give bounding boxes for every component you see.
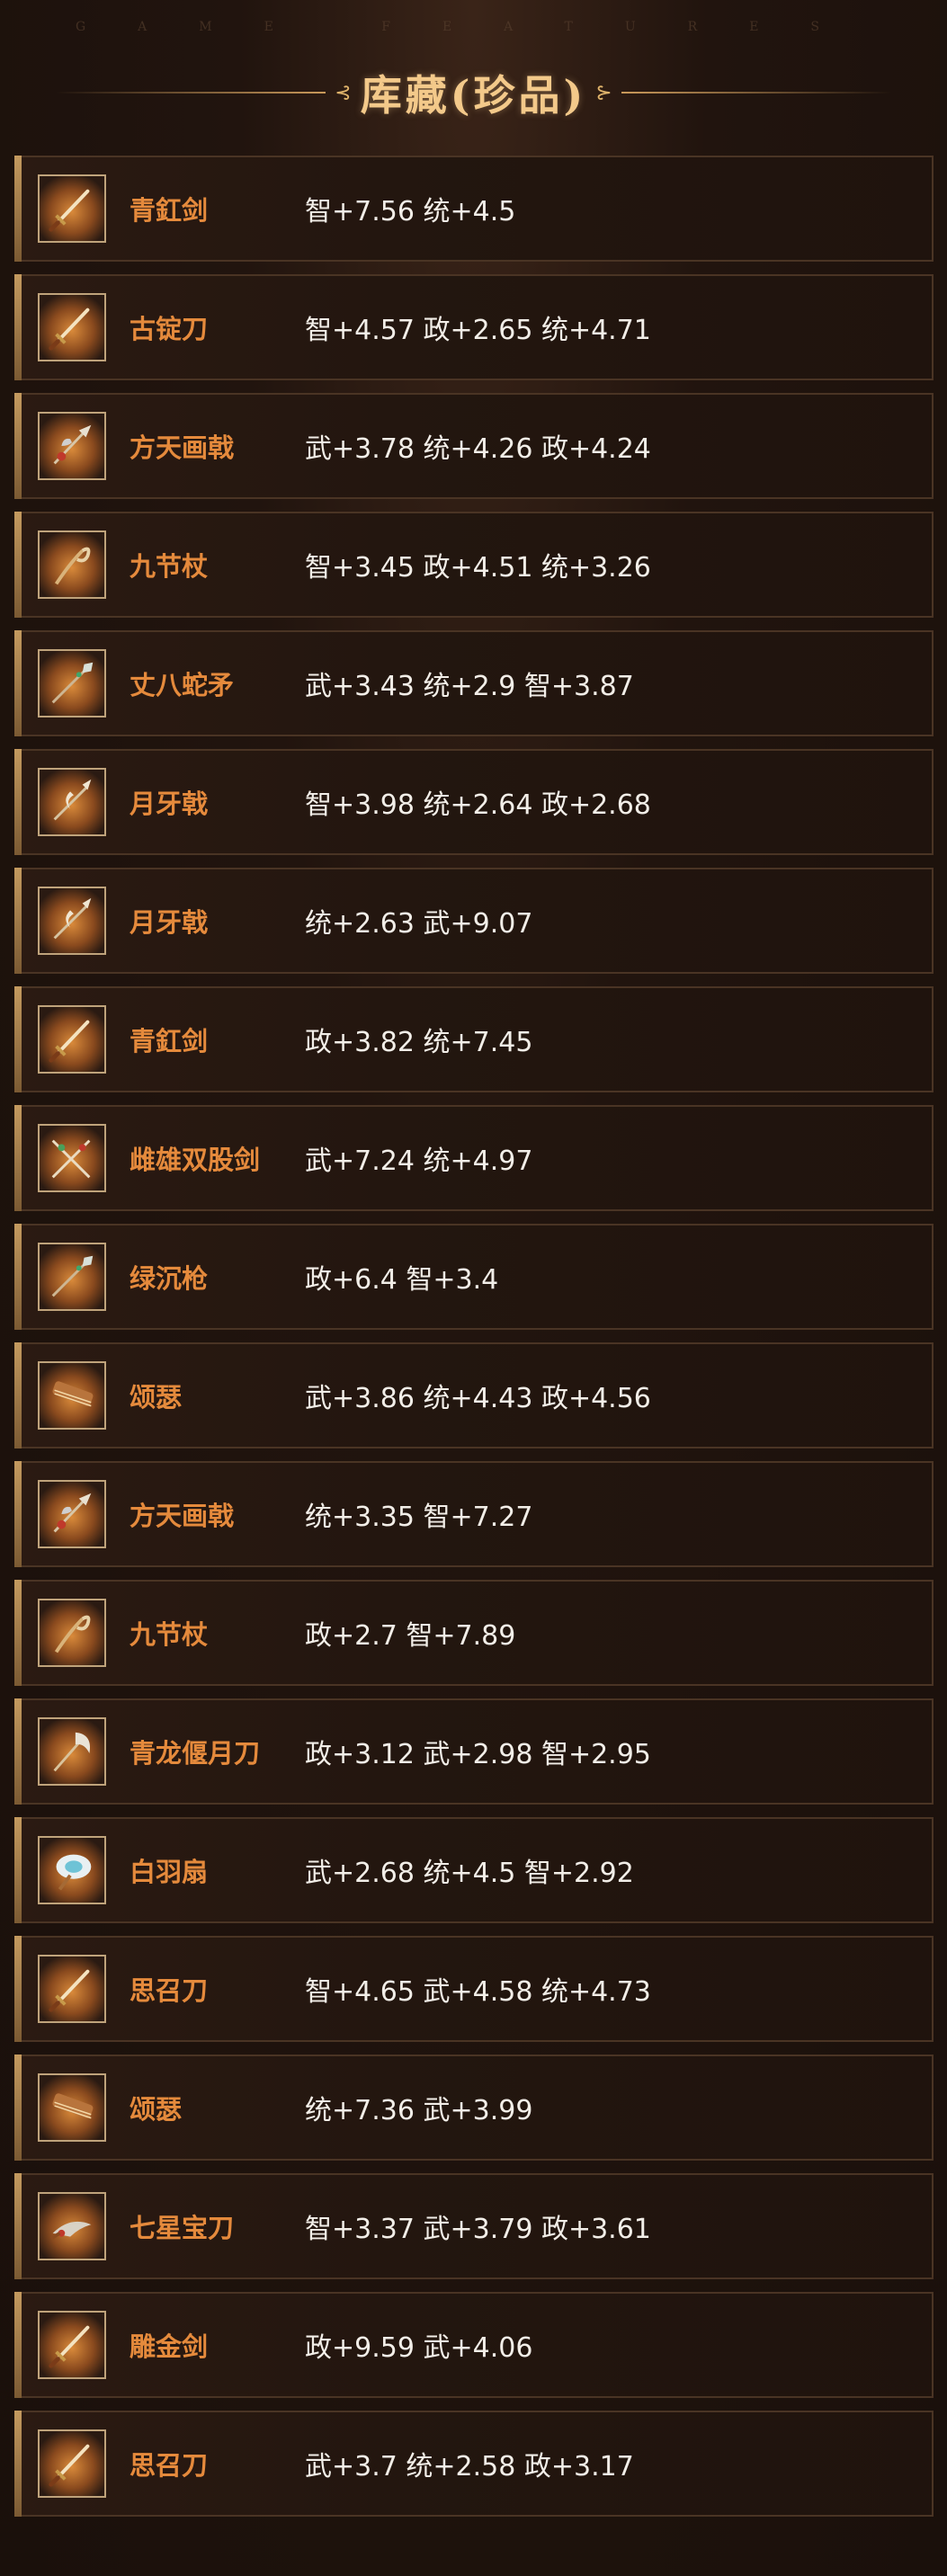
sword-icon	[38, 1955, 106, 2023]
item-stats: 武+3.78 统+4.26 政+4.24	[305, 433, 651, 465]
glaive-icon	[38, 1717, 106, 1786]
twin-swords-icon	[38, 1124, 106, 1192]
halberd-icon	[38, 412, 106, 480]
item-name: 九节杖	[130, 551, 209, 582]
item-stats: 政+9.59 武+4.06	[305, 2332, 533, 2364]
list-item[interactable]: 思召刀 武+3.7 统+2.58 政+3.17	[14, 2411, 934, 2517]
item-name: 丈八蛇矛	[130, 670, 235, 700]
crescent-halberd-icon	[38, 768, 106, 836]
page-header: GAME FEATURES ⊰ 库藏(珍品) ⊱	[0, 0, 947, 144]
item-stats: 智+3.98 统+2.64 政+2.68	[305, 789, 651, 821]
item-name: 月牙戟	[130, 789, 209, 819]
sword-icon	[38, 174, 106, 243]
staff-icon	[38, 1599, 106, 1667]
header-watermark: GAME FEATURES	[75, 20, 872, 34]
item-stats: 智+4.65 武+4.58 统+4.73	[305, 1976, 651, 2008]
item-name: 古锭刀	[130, 314, 209, 344]
item-name: 思召刀	[130, 1975, 209, 2006]
item-stats: 武+3.7 统+2.58 政+3.17	[305, 2451, 634, 2482]
item-stats: 武+2.68 统+4.5 智+2.92	[305, 1858, 634, 1889]
spear-icon	[38, 1243, 106, 1311]
item-stats: 政+3.82 统+7.45	[305, 1027, 533, 1058]
item-stats: 武+3.43 统+2.9 智+3.87	[305, 671, 634, 702]
page-title: 库藏(珍品)	[360, 71, 587, 120]
sword-icon	[38, 2429, 106, 2498]
sword-icon	[38, 2311, 106, 2379]
item-stats: 智+3.45 政+4.51 统+3.26	[305, 552, 651, 584]
item-name: 白羽扇	[130, 1857, 209, 1887]
title-divider-right	[621, 92, 891, 94]
ornament-right-icon: ⊱	[595, 81, 612, 104]
sword-icon	[38, 1005, 106, 1074]
item-name: 颂瑟	[130, 2094, 183, 2125]
item-name: 方天画戟	[130, 432, 235, 463]
item-name: 九节杖	[130, 1619, 209, 1650]
dragon-blade-icon	[38, 2192, 106, 2260]
zither-icon	[38, 1361, 106, 1430]
item-stats: 政+2.7 智+7.89	[305, 1620, 516, 1652]
list-item[interactable]: 绿沉枪 政+6.4 智+3.4	[14, 1224, 934, 1330]
title-divider-left	[56, 92, 326, 94]
item-name: 青釭剑	[130, 195, 209, 226]
item-name: 七星宝刀	[130, 2213, 235, 2243]
list-item[interactable]: 古锭刀 智+4.57 政+2.65 统+4.71	[14, 274, 934, 380]
crescent-halberd-icon	[38, 887, 106, 955]
list-item[interactable]: 丈八蛇矛 武+3.43 统+2.9 智+3.87	[14, 630, 934, 736]
list-item[interactable]: 月牙戟 智+3.98 统+2.64 政+2.68	[14, 749, 934, 855]
spear-icon	[38, 649, 106, 718]
list-item[interactable]: 颂瑟 统+7.36 武+3.99	[14, 2055, 934, 2161]
list-item[interactable]: 颂瑟 武+3.86 统+4.43 政+4.56	[14, 1342, 934, 1448]
list-item[interactable]: 青釭剑 政+3.82 统+7.45	[14, 986, 934, 1092]
list-item[interactable]: 青龙偃月刀 政+3.12 武+2.98 智+2.95	[14, 1698, 934, 1805]
item-stats: 武+3.86 统+4.43 政+4.56	[305, 1383, 651, 1414]
treasure-list: 青釭剑 智+7.56 统+4.5 古锭刀 智+4.57 政+2.65 统+4.71 方天…	[14, 156, 934, 2529]
list-item[interactable]: 方天画戟 武+3.78 统+4.26 政+4.24	[14, 393, 934, 499]
item-name: 绿沉枪	[130, 1263, 209, 1294]
item-stats: 统+2.63 武+9.07	[305, 908, 533, 940]
zither-icon	[38, 2073, 106, 2142]
list-item[interactable]: 七星宝刀 智+3.37 武+3.79 政+3.61	[14, 2173, 934, 2279]
item-stats: 政+6.4 智+3.4	[305, 1264, 499, 1296]
title-banner: ⊰ 库藏(珍品) ⊱	[0, 61, 947, 124]
staff-icon	[38, 530, 106, 599]
item-name: 思召刀	[130, 2450, 209, 2481]
list-item[interactable]: 九节杖 智+3.45 政+4.51 统+3.26	[14, 512, 934, 618]
item-stats: 智+7.56 统+4.5	[305, 196, 516, 227]
item-stats: 武+7.24 统+4.97	[305, 1145, 533, 1177]
item-stats: 政+3.12 武+2.98 智+2.95	[305, 1739, 651, 1770]
list-item[interactable]: 雌雄双股剑 武+7.24 统+4.97	[14, 1105, 934, 1211]
list-item[interactable]: 白羽扇 武+2.68 统+4.5 智+2.92	[14, 1817, 934, 1923]
list-item[interactable]: 方天画戟 统+3.35 智+7.27	[14, 1461, 934, 1567]
item-name: 青釭剑	[130, 1026, 209, 1056]
halberd-icon	[38, 1480, 106, 1548]
item-stats: 智+4.57 政+2.65 统+4.71	[305, 315, 651, 346]
list-item[interactable]: 月牙戟 统+2.63 武+9.07	[14, 868, 934, 974]
item-name: 月牙戟	[130, 907, 209, 938]
item-name: 青龙偃月刀	[130, 1738, 261, 1769]
list-item[interactable]: 思召刀 智+4.65 武+4.58 统+4.73	[14, 1936, 934, 2042]
item-name: 颂瑟	[130, 1382, 183, 1413]
item-stats: 统+3.35 智+7.27	[305, 1502, 533, 1533]
item-name: 雌雄双股剑	[130, 1145, 261, 1175]
item-name: 雕金剑	[130, 2331, 209, 2362]
list-item[interactable]: 九节杖 政+2.7 智+7.89	[14, 1580, 934, 1686]
list-item[interactable]: 青釭剑 智+7.56 统+4.5	[14, 156, 934, 262]
item-name: 方天画戟	[130, 1501, 235, 1531]
ornament-left-icon: ⊰	[335, 81, 352, 104]
item-stats: 统+7.36 武+3.99	[305, 2095, 533, 2126]
list-item[interactable]: 雕金剑 政+9.59 武+4.06	[14, 2292, 934, 2398]
sword-icon	[38, 293, 106, 361]
feather-fan-icon	[38, 1836, 106, 1904]
item-stats: 智+3.37 武+3.79 政+3.61	[305, 2214, 651, 2245]
